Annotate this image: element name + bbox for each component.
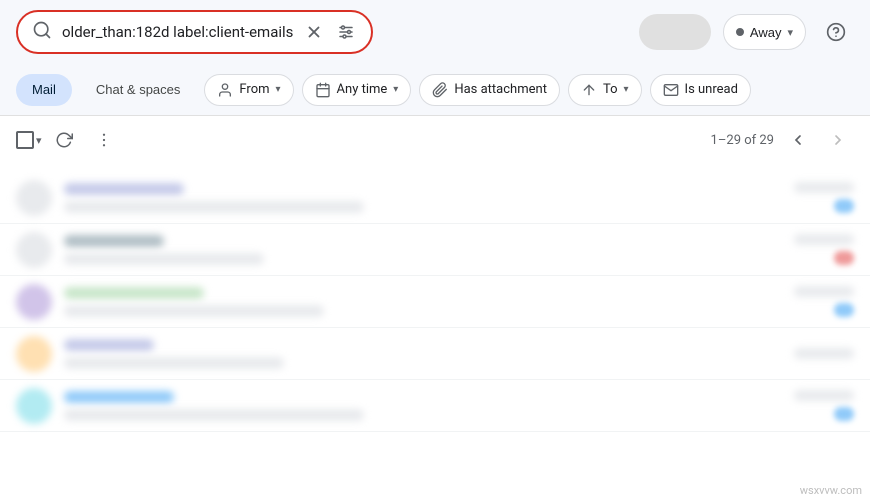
- watermark: wsxvvw.com: [800, 484, 862, 497]
- email-meta: [794, 182, 854, 213]
- search-icon: [32, 20, 52, 44]
- email-badge: [834, 199, 854, 213]
- filter-unread-chip[interactable]: Is unread: [650, 74, 751, 106]
- sender-name: [64, 339, 154, 351]
- to-chip-label: To: [603, 82, 618, 97]
- search-box: older_than:182d label:client-emails: [16, 10, 373, 54]
- email-subject: [64, 409, 364, 421]
- email-subject: [64, 357, 284, 369]
- email-date: [794, 390, 854, 401]
- avatar: [16, 232, 52, 268]
- unread-chip-label: Is unread: [685, 82, 738, 97]
- email-rows: [0, 164, 870, 440]
- table-row[interactable]: [0, 276, 870, 328]
- sender-name: [64, 391, 174, 403]
- email-subject: [64, 253, 264, 265]
- sender-name: [64, 183, 184, 195]
- more-options-button[interactable]: [86, 122, 122, 158]
- pagination-info: 1–29 of 29: [711, 124, 854, 156]
- email-meta: [794, 286, 854, 317]
- status-chevron-icon: ▾: [787, 26, 793, 39]
- table-row[interactable]: [0, 380, 870, 432]
- email-meta: [794, 348, 854, 359]
- select-all-checkbox-area[interactable]: ▾: [16, 131, 42, 149]
- email-subject: [64, 305, 324, 317]
- select-all-chevron-icon: ▾: [36, 134, 42, 147]
- avatar: [639, 14, 711, 50]
- filter-bar: Mail Chat & spaces From ▾ Any time ▾ Has…: [0, 64, 870, 116]
- status-button[interactable]: Away ▾: [723, 14, 806, 50]
- filter-from-chip[interactable]: From ▾: [204, 74, 293, 106]
- email-date: [794, 286, 854, 297]
- anytime-chip-label: Any time: [337, 82, 388, 97]
- table-row[interactable]: [0, 328, 870, 380]
- email-content: [64, 391, 782, 421]
- search-clear-button[interactable]: [303, 21, 325, 43]
- from-chip-chevron-icon: ▾: [276, 84, 281, 95]
- email-content: [64, 339, 782, 369]
- table-row[interactable]: [0, 172, 870, 224]
- prev-page-button[interactable]: [782, 124, 814, 156]
- status-label: Away: [750, 25, 782, 40]
- select-all-checkbox[interactable]: [16, 131, 34, 149]
- email-date: [794, 348, 854, 359]
- anytime-chip-chevron-icon: ▾: [393, 84, 398, 95]
- sender-name: [64, 235, 164, 247]
- email-badge: [834, 407, 854, 421]
- email-badge: [834, 303, 854, 317]
- to-chip-chevron-icon: ▾: [624, 84, 629, 95]
- filter-attachment-chip[interactable]: Has attachment: [419, 74, 560, 106]
- avatar: [16, 388, 52, 424]
- search-query-text: older_than:182d label:client-emails: [62, 23, 293, 41]
- top-bar: older_than:182d label:client-emails Away…: [0, 0, 870, 64]
- email-meta: [794, 390, 854, 421]
- attachment-chip-label: Has attachment: [454, 82, 547, 97]
- refresh-button[interactable]: [46, 122, 82, 158]
- email-meta: [794, 234, 854, 265]
- help-button[interactable]: [818, 14, 854, 50]
- filter-to-chip[interactable]: To ▾: [568, 74, 642, 106]
- avatar: [16, 180, 52, 216]
- filter-anytime-chip[interactable]: Any time ▾: [302, 74, 412, 106]
- pagination-text: 1–29 of 29: [711, 133, 774, 148]
- from-chip-label: From: [239, 82, 269, 97]
- next-page-button[interactable]: [822, 124, 854, 156]
- search-options-button[interactable]: [335, 21, 357, 43]
- email-subject: [64, 201, 364, 213]
- email-badge: [834, 251, 854, 265]
- email-date: [794, 182, 854, 193]
- email-list: wsxvvw.com: [0, 164, 870, 503]
- avatar: [16, 284, 52, 320]
- email-content: [64, 183, 782, 213]
- email-content: [64, 287, 782, 317]
- email-content: [64, 235, 782, 265]
- email-date: [794, 234, 854, 245]
- tab-chat-spaces[interactable]: Chat & spaces: [80, 74, 197, 106]
- sender-name: [64, 287, 204, 299]
- status-dot: [736, 28, 744, 36]
- avatar: [16, 336, 52, 372]
- action-bar: ▾ 1–29 of 29: [0, 116, 870, 164]
- table-row[interactable]: [0, 224, 870, 276]
- tab-mail[interactable]: Mail: [16, 74, 72, 106]
